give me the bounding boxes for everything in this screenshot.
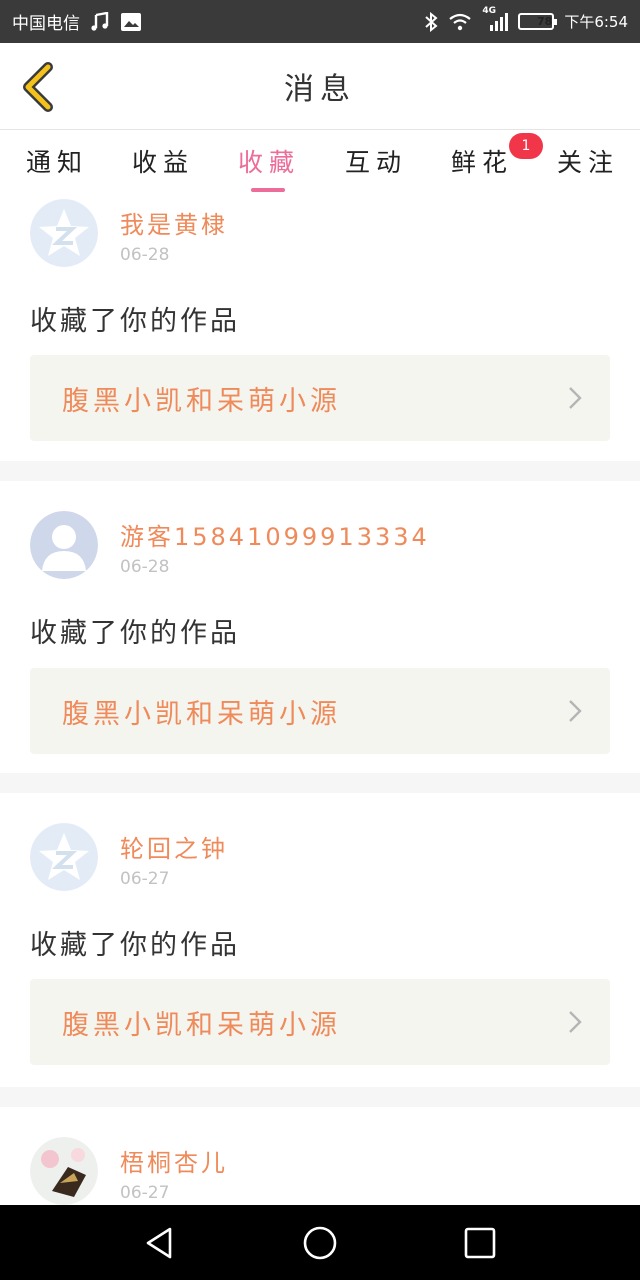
network-type-label: 4G [482, 5, 496, 16]
carrier-label: 中国电信 [12, 14, 80, 34]
username[interactable]: 轮回之钟 [120, 829, 228, 864]
back-button[interactable] [18, 61, 58, 113]
tab-label: 鲜花 [451, 148, 514, 177]
message-list[interactable]: 我是黄棣 06-28 收藏了你的作品 腹黑小凯和呆萌小源 游客158410999… [0, 195, 640, 1205]
avatar[interactable] [30, 1137, 98, 1205]
tab-label: 互动 [345, 148, 408, 177]
divider [0, 461, 640, 481]
username[interactable]: 游客15841099913334 [120, 517, 430, 552]
work-link[interactable]: 腹黑小凯和呆萌小源 [30, 979, 610, 1065]
image-icon [120, 12, 142, 32]
tab-favorites[interactable]: 收藏 [238, 143, 300, 179]
timestamp: 06-27 [120, 869, 170, 889]
work-title: 腹黑小凯和呆萌小源 [62, 385, 341, 417]
username[interactable]: 我是黄棣 [120, 205, 228, 240]
tab-flowers[interactable]: 鲜花 1 [451, 133, 544, 179]
tab-label: 收藏 [238, 148, 301, 177]
chevron-right-icon [569, 387, 582, 409]
tab-label: 通知 [26, 148, 89, 177]
battery-level: 78 [537, 15, 553, 28]
status-bar: 中国电信 4G 78 下午6:54 [0, 0, 640, 43]
tab-label: 收益 [132, 148, 195, 177]
tab-notifications[interactable]: 通知 [26, 143, 88, 179]
divider [0, 1087, 640, 1107]
chevron-left-icon [23, 62, 53, 112]
list-item: 我是黄棣 06-28 收藏了你的作品 腹黑小凯和呆萌小源 [0, 195, 640, 461]
tab-interactions[interactable]: 互动 [345, 143, 407, 179]
list-item: 轮回之钟 06-27 收藏了你的作品 腹黑小凯和呆萌小源 [0, 793, 640, 1087]
list-item: 游客15841099913334 06-28 收藏了你的作品 腹黑小凯和呆萌小源 [0, 481, 640, 773]
chevron-right-icon [569, 1011, 582, 1033]
qzone-avatar-icon [30, 199, 98, 267]
list-item: 梧桐杏儿 06-27 [0, 1107, 640, 1205]
avatar[interactable] [30, 823, 98, 891]
action-text: 收藏了你的作品 [30, 618, 240, 649]
avatar[interactable] [30, 199, 98, 267]
work-link[interactable]: 腹黑小凯和呆萌小源 [30, 668, 610, 754]
tab-earnings[interactable]: 收益 [132, 143, 194, 179]
avatar[interactable] [30, 511, 98, 579]
music-icon [90, 11, 110, 32]
tab-label: 关注 [557, 148, 620, 177]
tab-following[interactable]: 关注 [557, 143, 619, 179]
work-link[interactable]: 腹黑小凯和呆萌小源 [30, 355, 610, 441]
home-circle-icon[interactable] [302, 1225, 338, 1261]
divider [0, 773, 640, 793]
action-text: 收藏了你的作品 [30, 930, 240, 961]
header: 消息 [0, 43, 640, 130]
unread-badge: 1 [509, 133, 544, 159]
chevron-right-icon [569, 700, 582, 722]
username[interactable]: 梧桐杏儿 [120, 1143, 228, 1178]
signal-icon: 4G [482, 6, 509, 32]
action-text: 收藏了你的作品 [30, 306, 240, 337]
page-title: 消息 [284, 72, 356, 107]
timestamp: 06-28 [120, 557, 170, 577]
back-triangle-icon[interactable] [142, 1225, 178, 1261]
work-title: 腹黑小凯和呆萌小源 [62, 1009, 341, 1041]
recents-square-icon[interactable] [462, 1225, 498, 1261]
tab-bar: 通知 收益 收藏 互动 鲜花 1 关注 [0, 131, 640, 195]
bluetooth-icon [424, 11, 438, 32]
active-tab-indicator [251, 188, 285, 192]
qzone-avatar-icon [30, 823, 98, 891]
system-nav-bar [0, 1205, 640, 1280]
wifi-icon [448, 13, 472, 31]
timestamp: 06-28 [120, 245, 170, 265]
clock: 下午6:54 [564, 13, 628, 31]
battery-icon: 78 [518, 13, 558, 30]
work-title: 腹黑小凯和呆萌小源 [62, 698, 341, 730]
default-user-icon [30, 511, 98, 579]
timestamp: 06-27 [120, 1183, 170, 1203]
photo-avatar-icon [30, 1137, 98, 1205]
